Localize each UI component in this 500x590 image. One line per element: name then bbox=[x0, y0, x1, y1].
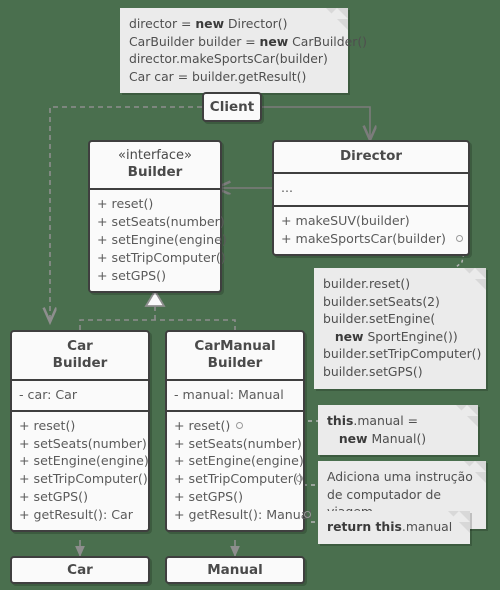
car-manual-builder-attributes: - manual: Manual bbox=[167, 378, 303, 410]
note-line: builder.reset() bbox=[323, 276, 411, 291]
director-attributes: ... bbox=[274, 171, 468, 205]
car-manual-builder-name-line2: Builder bbox=[207, 354, 263, 371]
attribute-row: - manual: Manual bbox=[174, 386, 284, 402]
note-line: builder.setTripComputer() bbox=[323, 346, 482, 362]
method-row: + setSeats(number) bbox=[97, 214, 225, 229]
note-line: builder.setSeats(2) bbox=[323, 293, 440, 309]
method-row: + getResult(): Manual bbox=[174, 506, 312, 524]
make-sports-car-note: builder.reset() builder.setSeats(2) buil… bbox=[314, 268, 486, 389]
director-name: Director bbox=[339, 148, 403, 164]
builder-interface-title: «interface» Builder bbox=[90, 142, 220, 188]
car-class-title: Car bbox=[67, 562, 93, 578]
method-label: + reset() bbox=[174, 417, 231, 433]
builder-stereotype: «interface» bbox=[118, 148, 192, 163]
director-methods: + makeSUV(builder) + makeSportsCar(build… bbox=[274, 204, 468, 254]
method-row: + setTripComputer() bbox=[19, 471, 148, 487]
method-row: + reset() bbox=[19, 417, 76, 433]
method-row: + reset() bbox=[97, 196, 154, 212]
car-manual-builder-name-line1: CarManual bbox=[194, 338, 276, 354]
client-code-note: director = new Director() CarBuilder bui… bbox=[120, 7, 367, 94]
wire-client-to-director bbox=[262, 106, 370, 140]
manual-reset-note: this.manual = new Manual() bbox=[318, 405, 478, 456]
method-row: + setGPS() bbox=[19, 489, 88, 505]
director-class[interactable]: Director ... + makeSUV(builder) + makeSp… bbox=[272, 140, 470, 256]
note-line: director = new Director() bbox=[129, 16, 288, 31]
note-line: this.manual = bbox=[327, 413, 419, 428]
car-manual-builder-class[interactable]: CarManual Builder - manual: Manual + res… bbox=[165, 330, 312, 532]
note-line: new Manual() bbox=[338, 430, 427, 446]
method-row: + setGPS() bbox=[174, 489, 243, 505]
method-row: + setGPS() bbox=[97, 267, 166, 283]
car-manual-builder-title: CarManual Builder bbox=[167, 332, 303, 379]
method-row: + setSeats(number) bbox=[174, 435, 302, 451]
car-class[interactable]: Car bbox=[10, 556, 150, 584]
method-row: + setEngine(engine) bbox=[19, 453, 149, 469]
car-builder-methods: + reset() + setSeats(number) + setEngine… bbox=[12, 409, 149, 530]
get-result-note: return this.manual bbox=[318, 510, 470, 544]
car-builder-title: Car Builder bbox=[12, 332, 148, 379]
builder-methods: + reset() + setSeats(number) + setEngine… bbox=[90, 188, 227, 290]
car-builder-attributes: - car: Car bbox=[12, 378, 148, 410]
method-row: + makeSportsCar(builder) bbox=[281, 230, 463, 248]
method-row: + makeSUV(builder) bbox=[281, 212, 410, 228]
manual-class[interactable]: Manual bbox=[165, 556, 305, 584]
realization-triangle bbox=[144, 289, 166, 307]
car-builder-name-line2: Builder bbox=[52, 354, 108, 371]
wire-realization-tree bbox=[79, 305, 236, 330]
note-line: builder.setGPS() bbox=[323, 364, 423, 380]
method-label: + setTripComputer() bbox=[174, 471, 303, 487]
uml-diagram-canvas: director = new Director() CarBuilder bui… bbox=[0, 0, 500, 590]
method-label: + makeSportsCar(builder) bbox=[281, 230, 446, 246]
note-line: builder.setEngine( bbox=[323, 311, 436, 327]
car-builder-class[interactable]: Car Builder - car: Car + reset() + setSe… bbox=[10, 330, 150, 532]
method-row: + setEngine(engine) bbox=[97, 231, 227, 247]
builder-interface-class[interactable]: «interface» Builder + reset() + setSeats… bbox=[88, 140, 227, 293]
method-anchor-dot bbox=[456, 234, 463, 242]
method-anchor-dot bbox=[304, 511, 311, 518]
method-anchor-dot bbox=[236, 421, 243, 429]
manual-class-title: Manual bbox=[207, 562, 263, 578]
director-title: Director bbox=[274, 142, 468, 172]
car-builder-name-line1: Car bbox=[67, 338, 93, 354]
attribute-row: - car: Car bbox=[19, 386, 78, 402]
car-manual-builder-methods: + reset() + setSeats(number) + setEngine… bbox=[167, 409, 312, 530]
method-label: + getResult(): Manual bbox=[174, 507, 312, 522]
method-row: + reset() bbox=[174, 417, 296, 435]
method-row: + getResult(): Car bbox=[19, 507, 133, 522]
client-class-title: Client bbox=[209, 99, 255, 115]
note-line: new SportEngine()) bbox=[334, 328, 458, 344]
note-line: return this.manual bbox=[327, 519, 453, 534]
attribute-row: ... bbox=[281, 179, 294, 195]
builder-name: Builder bbox=[127, 164, 183, 181]
note-line: CarBuilder builder = new CarBuilder() bbox=[129, 33, 367, 49]
method-row: + setTripComputer() bbox=[174, 470, 303, 488]
method-row: + setSeats(number) bbox=[19, 435, 147, 451]
method-row: + setTripComputer() bbox=[97, 249, 226, 265]
client-class[interactable]: Client bbox=[202, 92, 262, 122]
method-row: + setEngine(engine) bbox=[174, 453, 304, 469]
note-line: director.makeSportsCar(builder) bbox=[129, 51, 328, 67]
note-line: Car car = builder.getResult() bbox=[129, 68, 307, 84]
